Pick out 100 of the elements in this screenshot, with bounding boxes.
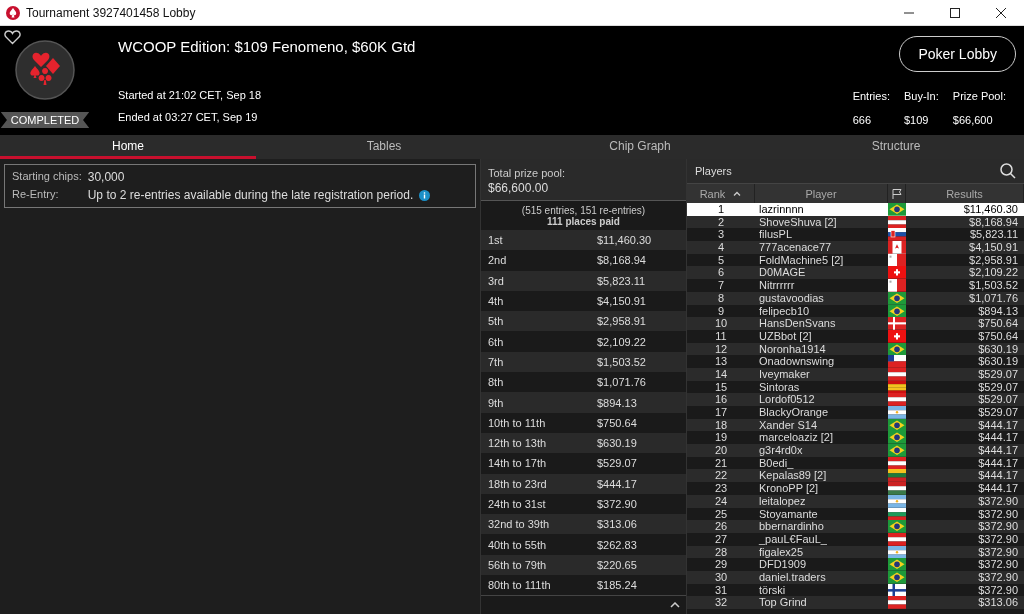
player-row[interactable]: 16 Lordof0512 $529.07 xyxy=(687,393,1024,406)
result-cell-text: $4,150.91 xyxy=(968,241,1018,254)
prize-cell: $220.65 xyxy=(597,558,637,571)
result-cell-text: $630.19 xyxy=(977,355,1018,368)
result-cell-text: $444.17 xyxy=(977,482,1018,495)
place-cell-text: 12th to 13th xyxy=(488,437,548,450)
place-cell-text: 24th to 31st xyxy=(488,498,547,510)
total-prize-value: $66,600.00 xyxy=(488,181,550,195)
result-cell-text: $11,460.30 xyxy=(962,203,1018,216)
window-title: Tournament 3927401458 Lobby xyxy=(26,5,197,20)
prize-cell: $894.13 xyxy=(597,396,637,409)
result-cell-text: $444.17 xyxy=(977,418,1018,432)
rank-cell-text: 32 xyxy=(713,596,729,609)
rank-cell-text: 25 xyxy=(713,507,729,521)
place-cell-text: 8th xyxy=(488,376,505,389)
player-row[interactable]: 32 Top Grind $313.06 xyxy=(687,596,1024,609)
player-row[interactable]: 26 bbernardinho $372.90 xyxy=(687,520,1024,533)
prize-cell: $529.07 xyxy=(597,457,637,470)
rank-cell-text: 9 xyxy=(716,304,726,318)
rank-cell-text: 29 xyxy=(713,558,729,571)
result-cell-text: $372.90 xyxy=(977,532,1018,546)
start-time: Started at 21:02 CET, Sep 18 xyxy=(118,89,263,101)
place-cell-text: 80th to 111th xyxy=(488,579,552,592)
rank-cell-text: 11 xyxy=(714,329,728,343)
rank-cell-text: 27 xyxy=(713,532,729,546)
player-row[interactable]: 6 D0MAGE $2,109.22 xyxy=(687,266,1024,280)
place-cell-text: 56th to 79th xyxy=(488,558,548,571)
rank-cell-text: 4 xyxy=(716,241,726,254)
flag-icon xyxy=(888,380,906,394)
stat-value: 666 xyxy=(852,114,872,126)
poker-lobby-button[interactable]: Poker Lobby xyxy=(899,36,1016,72)
player-name: bbernardinho xyxy=(758,520,825,533)
tournament-title: WCOOP Edition: $109 Fenomeno, $60K Gtd xyxy=(118,38,417,55)
result-cell-text: $529.07 xyxy=(977,406,1018,419)
player-row[interactable]: 20 g3r4rd0x $444.17 xyxy=(687,444,1024,457)
player-name: FoldMachine5 [2] xyxy=(758,253,845,267)
result-cell-text: $630.19 xyxy=(977,342,1018,356)
player-row[interactable]: 22 Kepalas89 [2] $444.17 xyxy=(687,469,1024,483)
rank-cell-text: 5 xyxy=(716,253,726,267)
status-badge: COMPLETED xyxy=(0,112,90,128)
flag-icon xyxy=(888,355,906,368)
flag-icon xyxy=(888,558,906,571)
result-cell-text: $894.13 xyxy=(977,304,1018,318)
result-cell-text: $372.90 xyxy=(977,520,1018,533)
rank-cell-text: 28 xyxy=(713,545,729,559)
flag-icon xyxy=(888,393,906,406)
rank-cell-text: 22 xyxy=(713,469,729,483)
info-icon[interactable] xyxy=(419,189,431,201)
flag-icon xyxy=(888,241,906,254)
player-row[interactable]: 10 HansDenSvans $750.64 xyxy=(687,317,1024,330)
flag-icon xyxy=(888,444,906,457)
heart-icon[interactable] xyxy=(4,29,21,45)
tab[interactable]: Tables xyxy=(256,135,512,159)
tab[interactable]: Chip Graph xyxy=(512,135,768,159)
player-name: Noronha1914 xyxy=(758,342,827,356)
maximize-icon[interactable] xyxy=(950,7,960,18)
player-name: Kepalas89 [2] xyxy=(758,469,828,483)
info-label: Re-Entry: xyxy=(12,188,60,202)
place-cell-text: 5th xyxy=(488,315,505,328)
flag-icon xyxy=(888,431,906,445)
rank-cell-text: 3 xyxy=(716,228,726,242)
rank-cell-text: 7 xyxy=(716,279,726,292)
flag-icon xyxy=(888,406,906,419)
search-icon[interactable] xyxy=(1000,163,1016,179)
place-cell-text: 10th to 11th xyxy=(488,416,547,429)
result-cell-text: $1,503.52 xyxy=(968,279,1018,292)
entries-note: (515 entries, 151 re-entries) xyxy=(521,205,646,216)
flag-icon xyxy=(888,279,906,292)
result-cell-text: $2,958.91 xyxy=(968,253,1018,267)
result-cell-text: $372.90 xyxy=(977,545,1018,559)
caret-icon[interactable] xyxy=(670,602,680,609)
flag-icon xyxy=(888,520,906,533)
stat-label: Buy-In: xyxy=(903,90,939,102)
player-name: daniel.traders xyxy=(758,570,827,584)
prize-cell: $8,168.94 xyxy=(597,254,646,267)
result-cell-text: $5,823.11 xyxy=(968,228,1018,242)
place-cell-text: 32nd to 39th xyxy=(488,518,551,531)
player-row[interactable]: 1 lazrinnnn $11,460.30 xyxy=(687,203,1024,216)
rank-cell-text: 6 xyxy=(716,266,726,280)
rank-cell-text: 16 xyxy=(713,393,729,406)
rank-cell-text: 30 xyxy=(713,570,729,584)
player-row[interactable]: 4 777acenace77 $4,150.91 xyxy=(687,241,1024,254)
flag-icon xyxy=(888,482,906,495)
stat-value: $109 xyxy=(903,114,930,126)
flag-icon xyxy=(888,215,906,229)
result-cell-text: $444.17 xyxy=(977,444,1018,457)
result-cell-text: $444.17 xyxy=(977,469,1018,483)
rank-cell-text: 8 xyxy=(716,291,726,305)
tab[interactable]: Structure xyxy=(768,135,1024,159)
prize-cell: $444.17 xyxy=(597,477,637,490)
result-cell-text: $529.07 xyxy=(977,380,1018,394)
result-cell-text: $529.07 xyxy=(977,367,1018,381)
place-cell-text: 3rd xyxy=(488,274,505,287)
prize-cell: $750.64 xyxy=(597,416,637,429)
flag-icon[interactable] xyxy=(890,187,903,200)
close-icon[interactable] xyxy=(996,7,1006,18)
rank-cell-text: 15 xyxy=(713,380,729,394)
result-cell-text: $750.64 xyxy=(977,317,1018,330)
flag-icon xyxy=(888,228,906,242)
rank-cell-text: 1 xyxy=(716,203,726,216)
